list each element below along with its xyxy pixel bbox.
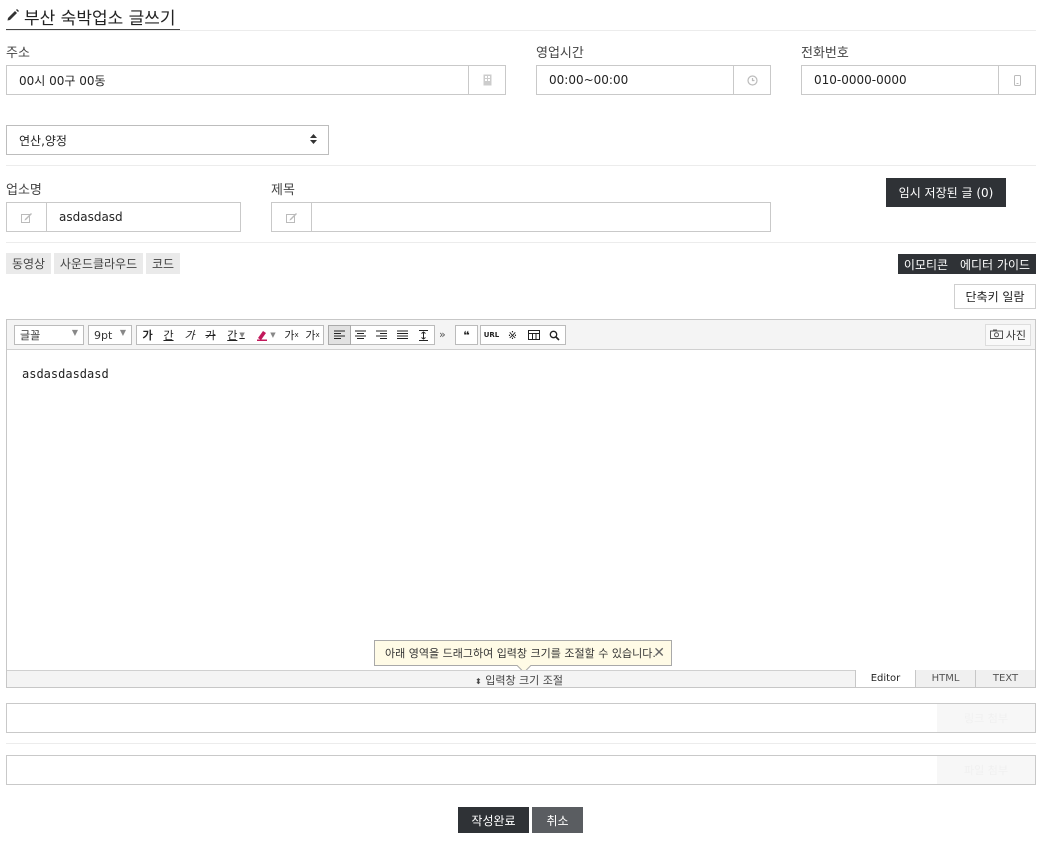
- subject-field[interactable]: [271, 202, 771, 232]
- hours-value: 00:00~00:00: [549, 73, 629, 87]
- business-name-field[interactable]: asdasdasd: [6, 202, 241, 232]
- mobile-icon: [998, 66, 1035, 94]
- tab-video[interactable]: 동영상: [6, 253, 51, 274]
- link-input[interactable]: 링크 첨부: [6, 703, 1036, 733]
- editor-guide-button[interactable]: 에디터 가이드: [954, 254, 1036, 274]
- resize-tooltip: 아래 영역을 드래그하여 입력창 크기를 조절할 수 있습니다. ✕: [374, 640, 672, 674]
- subject-label: 제목: [271, 183, 295, 198]
- more-icon[interactable]: »: [439, 328, 446, 341]
- resize-tooltip-text: 아래 영역을 드래그하여 입력창 크기를 조절할 수 있습니다.: [385, 647, 656, 660]
- photo-label: 사진: [1005, 329, 1026, 342]
- phone-field[interactable]: 010-0000-0000: [801, 65, 1036, 95]
- format-group: 가 간 가 가 간 ▼ ▼ 가x 가x: [136, 325, 324, 345]
- underline-icon[interactable]: 간: [158, 326, 179, 344]
- emoticon-button[interactable]: 이모티콘: [898, 254, 954, 274]
- shortcut-list-button[interactable]: 단축키 일람: [954, 284, 1036, 309]
- tab-code[interactable]: 코드: [146, 253, 180, 274]
- editor-toolbar: 글꼴 ▼ 9pt ▼ 가 간 가 가 간 ▼ ▼ 가x 가x » ❝ URL ※…: [7, 320, 1035, 350]
- link-attach-button[interactable]: 링크 첨부: [937, 704, 1035, 732]
- region-select-value: 연산,양정: [19, 133, 67, 148]
- page-title: 부산 숙박업소 글쓰기: [6, 4, 180, 30]
- file-attach-button[interactable]: 파일 첨부: [937, 756, 1035, 784]
- close-icon[interactable]: ✕: [653, 645, 665, 661]
- highlight-color-icon[interactable]: ▼: [251, 326, 281, 344]
- insert-group: URL ※: [480, 325, 566, 345]
- line-height-icon[interactable]: [413, 326, 434, 344]
- submit-button[interactable]: 작성완료: [458, 807, 529, 833]
- building-icon: [468, 66, 505, 94]
- edit-icon: [272, 203, 312, 231]
- align-right-icon[interactable]: [371, 326, 392, 344]
- size-select-value: 9pt: [94, 328, 113, 342]
- align-group: [328, 325, 435, 345]
- photo-button[interactable]: 사진: [984, 324, 1031, 346]
- justify-icon[interactable]: [392, 326, 413, 344]
- bold-icon[interactable]: 가: [137, 326, 158, 344]
- editor-content[interactable]: asdasdasdasd: [22, 367, 109, 381]
- caret-down-icon: ▼: [71, 328, 78, 337]
- business-name-label: 업소명: [6, 183, 42, 198]
- resize-handle[interactable]: ⬍ 입력창 크기 조절 Editor HTML TEXT: [7, 670, 1035, 687]
- clock-icon: [733, 66, 770, 94]
- temp-saved-button[interactable]: 임시 저장된 글 (0): [886, 178, 1006, 207]
- sort-arrows-icon: [309, 133, 318, 148]
- pencil-icon: [6, 8, 20, 25]
- tab-editor-mode[interactable]: Editor: [855, 670, 915, 687]
- tab-html-mode[interactable]: HTML: [915, 670, 975, 687]
- quote-group: ❝: [455, 325, 478, 345]
- table-icon[interactable]: [523, 326, 544, 344]
- align-center-icon[interactable]: [350, 326, 371, 344]
- page-title-text: 부산 숙박업소 글쓰기: [24, 9, 176, 29]
- tab-soundcloud[interactable]: 사운드클라우드: [54, 253, 143, 274]
- font-select[interactable]: 글꼴 ▼: [14, 325, 84, 345]
- address-field[interactable]: 00시 00구 00동: [6, 65, 506, 95]
- strikethrough-icon[interactable]: 가: [200, 326, 221, 344]
- font-color-icon[interactable]: 간 ▼: [221, 326, 251, 344]
- divider: [6, 30, 1036, 31]
- size-select[interactable]: 9pt ▼: [88, 325, 132, 345]
- link-url-icon[interactable]: URL: [481, 326, 502, 344]
- editor-mode-tabs: Editor HTML TEXT: [855, 670, 1035, 687]
- align-left-icon[interactable]: [328, 325, 351, 345]
- cancel-button[interactable]: 취소: [532, 807, 583, 833]
- resize-handle-label: ⬍ 입력창 크기 조절: [475, 672, 563, 688]
- region-select[interactable]: 연산,양정: [6, 125, 329, 155]
- address-label: 주소: [6, 46, 30, 61]
- special-char-icon[interactable]: ※: [502, 326, 523, 344]
- divider: [6, 743, 1036, 744]
- address-value: 00시 00구 00동: [19, 73, 106, 88]
- italic-icon[interactable]: 가: [179, 326, 200, 344]
- divider: [6, 165, 1036, 166]
- tab-text-mode[interactable]: TEXT: [975, 670, 1035, 687]
- file-input[interactable]: 파일 첨부: [6, 755, 1036, 785]
- divider: [6, 242, 1036, 243]
- edit-icon: [7, 203, 47, 231]
- subscript-icon[interactable]: 가x: [302, 326, 323, 344]
- hours-field[interactable]: 00:00~00:00: [536, 65, 771, 95]
- phone-label: 전화번호: [801, 46, 849, 61]
- hours-label: 영업시간: [536, 46, 584, 61]
- resize-label: 입력창 크기 조절: [485, 674, 564, 687]
- quote-icon[interactable]: ❝: [456, 326, 477, 344]
- font-select-value: 글꼴: [20, 329, 41, 342]
- rich-text-editor: 글꼴 ▼ 9pt ▼ 가 간 가 가 간 ▼ ▼ 가x 가x » ❝ URL ※…: [6, 319, 1036, 688]
- camera-icon: [989, 329, 1003, 342]
- caret-down-icon: ▼: [119, 328, 126, 337]
- phone-value: 010-0000-0000: [814, 73, 907, 87]
- find-icon[interactable]: [544, 326, 565, 344]
- resize-arrows-icon: ⬍: [475, 677, 482, 686]
- superscript-icon[interactable]: 가x: [281, 326, 302, 344]
- business-name-value: asdasdasd: [59, 210, 123, 224]
